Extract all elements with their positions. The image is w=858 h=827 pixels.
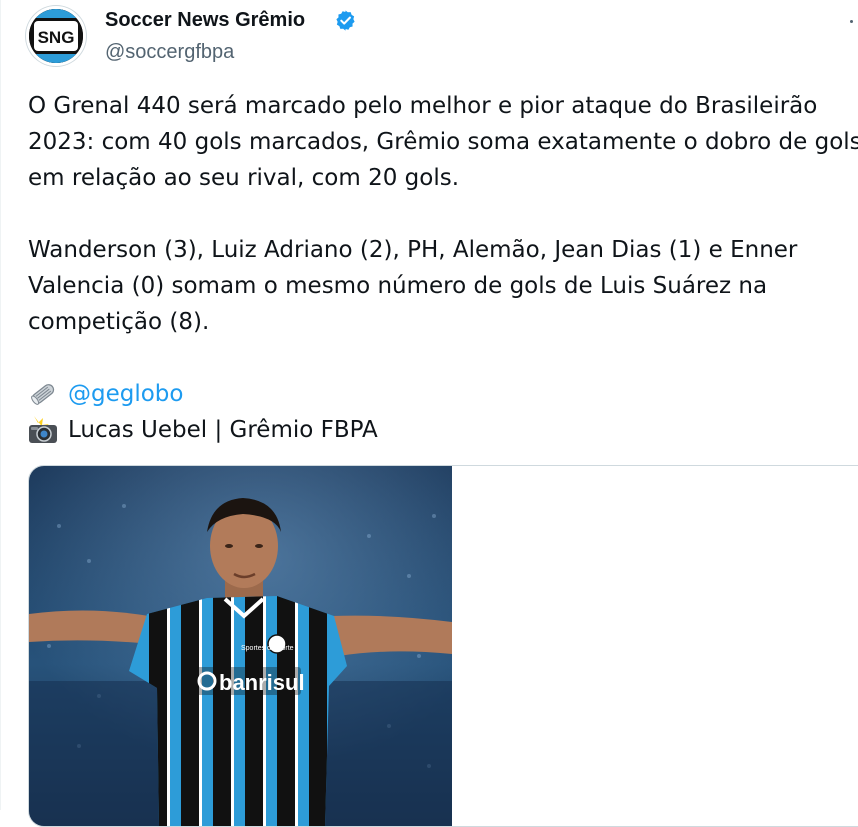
avatar-logo: SNG <box>29 9 83 63</box>
tweet-line: 2023: com 40 gols marcados, Grêmio soma … <box>28 129 858 155</box>
tweet-text: O Grenal 440 será marcado pelo melhor e … <box>28 88 858 448</box>
author-handle[interactable]: @soccergfbpa <box>105 40 234 64</box>
source-mention-link[interactable]: @geglobo <box>68 376 183 412</box>
more-dots-icon <box>850 20 853 23</box>
sponsor-small-text: Sportes da Sorte <box>241 645 294 652</box>
sponsor-text: banrisul <box>219 670 305 695</box>
author-display-name[interactable]: Soccer News Grêmio <box>105 8 305 32</box>
player-photo[interactable]: Sportes da Sorte banrisul <box>29 466 452 826</box>
verified-badge-icon <box>336 10 355 31</box>
avatar[interactable]: SNG <box>26 6 86 66</box>
tweet-line: O Grenal 440 será marcado pelo melhor e … <box>28 93 818 119</box>
source-line: @geglobo <box>28 376 858 412</box>
tweet-card[interactable]: SNG Soccer News Grêmio @soccergfbpa O Gr… <box>0 0 858 827</box>
more-options-button[interactable] <box>850 12 858 32</box>
tweet-line: Wanderson (3), Luiz Adriano (2), PH, Ale… <box>28 237 798 263</box>
photo-credit-line: Lucas Uebel | Grêmio FBPA <box>28 412 858 448</box>
tweet-line: Valencia (0) somam o mesmo número de gol… <box>28 273 768 299</box>
photo-credit-text: Lucas Uebel | Grêmio FBPA <box>68 417 378 443</box>
svg-text:SNG: SNG <box>38 28 75 47</box>
tweet-line: competição (8). <box>28 309 210 335</box>
camera-flash-icon <box>28 416 58 444</box>
tweet-line: em relação ao seu rival, com 20 gols. <box>28 165 460 191</box>
media-card[interactable]: Sportes da Sorte banrisul <box>28 465 858 827</box>
rolled-newspaper-icon <box>28 380 58 408</box>
